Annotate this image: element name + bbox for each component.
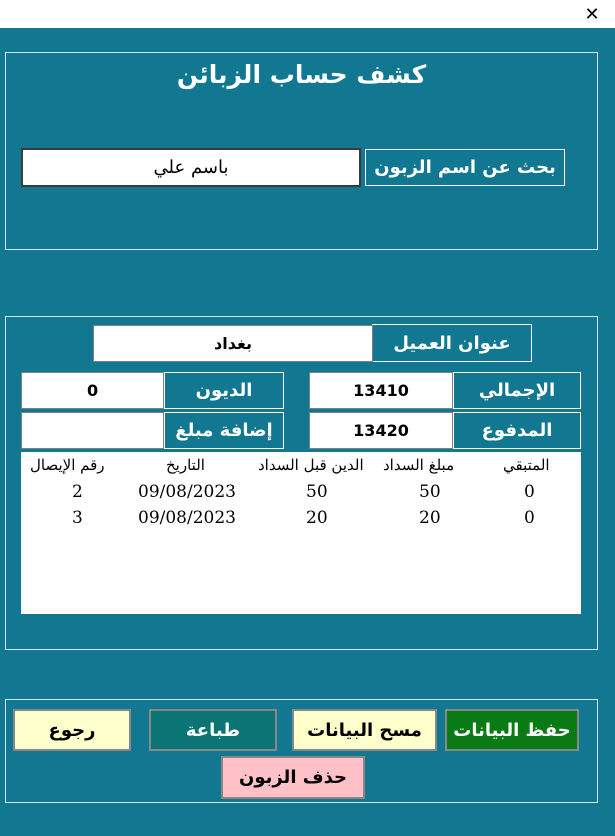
paid-field[interactable]: 13420	[309, 412, 453, 449]
column-header-date: التاريخ	[166, 456, 205, 474]
cell-remaining: 0	[524, 508, 535, 528]
paid-label: المدفوع	[453, 412, 581, 449]
column-header-payment-amount: مبلغ السداد	[383, 456, 455, 474]
address-field[interactable]: بغداد	[93, 325, 373, 362]
debts-label: الديون	[164, 372, 284, 409]
cell-payment-amount: 50	[419, 482, 441, 502]
receipts-list[interactable]	[21, 452, 581, 614]
cell-receipt-number: 2	[72, 482, 83, 502]
total-label: الإجمالي	[453, 372, 581, 409]
delete-customer-button[interactable]: حذف الزبون	[221, 756, 365, 799]
back-button[interactable]: رجوع	[13, 709, 131, 751]
cell-debt-before-payment: 50	[306, 482, 328, 502]
title-bar: ✕	[0, 0, 615, 28]
column-header-receipt-number: رقم الإيصال	[30, 456, 105, 474]
address-label: عنوان العميل	[372, 324, 532, 362]
total-field[interactable]: 13410	[309, 372, 453, 409]
close-button[interactable]: ✕	[569, 0, 615, 28]
cell-date: 09/08/2023	[138, 482, 236, 502]
save-button[interactable]: حفظ البيانات	[445, 709, 579, 751]
debts-field[interactable]: 0	[21, 372, 164, 409]
cell-payment-amount: 20	[419, 508, 441, 528]
add-amount-label: إضافة مبلغ	[164, 412, 284, 449]
search-label: بحث عن اسم الزبون	[365, 149, 565, 186]
customer-name-search-input[interactable]: باسم علي	[21, 148, 361, 187]
cell-date: 09/08/2023	[138, 508, 236, 528]
cell-remaining: 0	[524, 482, 535, 502]
print-button[interactable]: طباعة	[149, 709, 277, 751]
column-header-remaining: المتبقي	[503, 456, 550, 474]
cell-debt-before-payment: 20	[306, 508, 328, 528]
cell-receipt-number: 3	[72, 508, 83, 528]
page-title: كشف حساب الزبائن	[176, 60, 427, 89]
column-header-debt-before-payment: الدين قبل السداد	[258, 456, 364, 474]
add-amount-input[interactable]	[21, 412, 164, 449]
clear-data-button[interactable]: مسح البيانات	[292, 709, 437, 751]
